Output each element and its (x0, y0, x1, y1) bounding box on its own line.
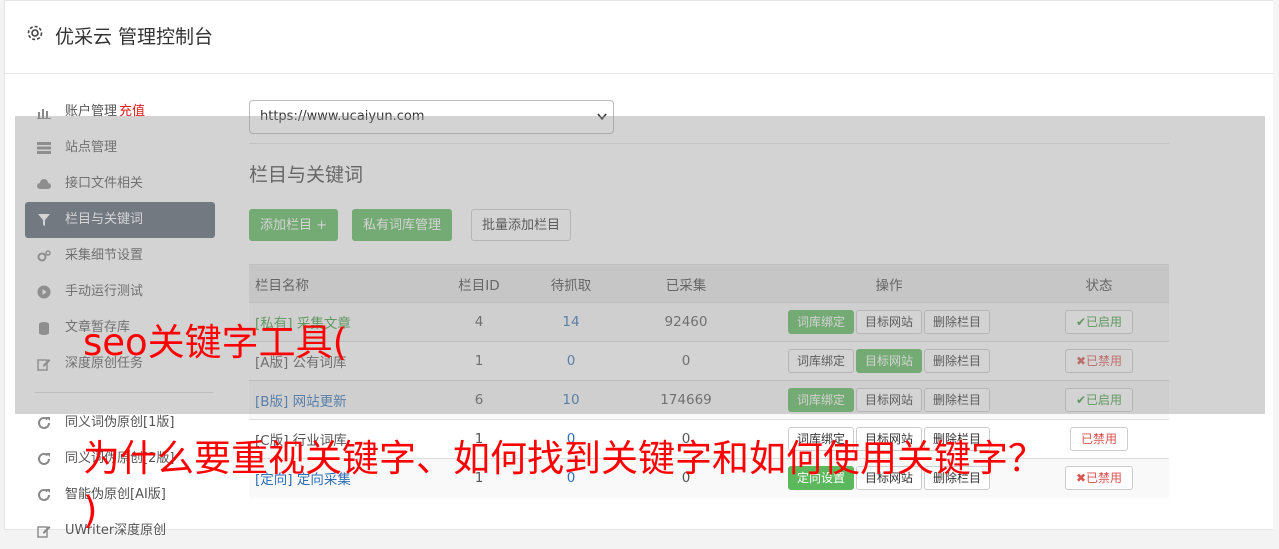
gear-icon (27, 25, 43, 41)
watermark-title: 为什么要重视关键字、如何找到关键字和如何使用关键字？ ) (83, 433, 1273, 537)
refresh-icon (38, 488, 50, 501)
watermark-title-line2: 为什么要重视关键字、如何找到关键字和如何使用关键字？ (83, 437, 1045, 480)
refresh-icon (38, 452, 50, 465)
gray-overlay (15, 116, 1265, 414)
watermark-title-line3: ) (83, 489, 98, 532)
sidebar-item-label: 同义词伪原创[1版] (65, 415, 175, 430)
scrollbar[interactable] (1273, 0, 1279, 530)
edit-icon (37, 526, 51, 538)
top-bar: 优采云 管理控制台 (5, 1, 1276, 74)
watermark-title-line1: seo关键字工具( (83, 321, 348, 364)
refresh-icon (38, 416, 50, 429)
page-title: 优采云 管理控制台 (55, 26, 214, 48)
